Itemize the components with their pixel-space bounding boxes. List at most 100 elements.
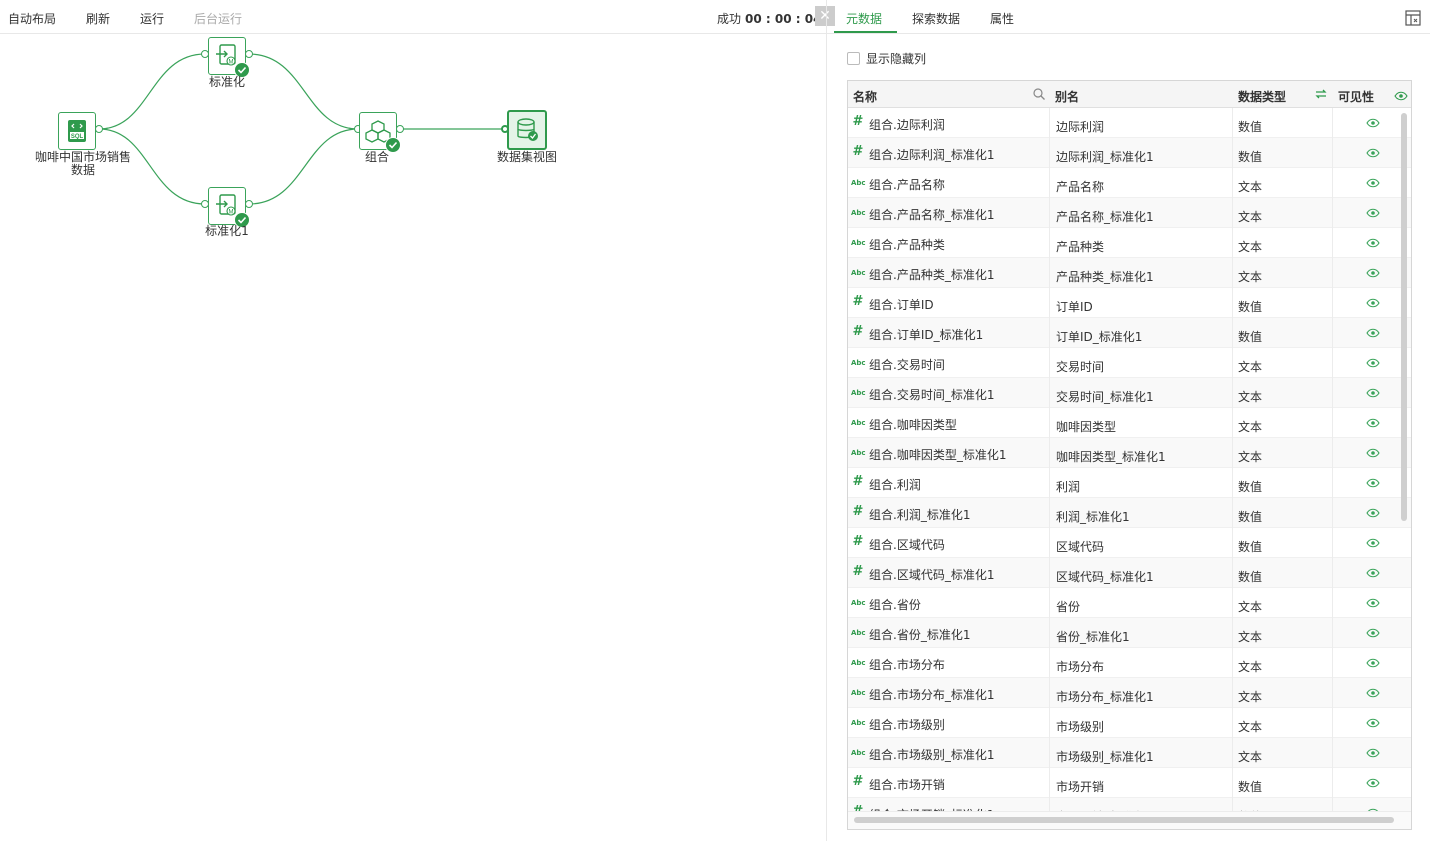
cell-type[interactable]: 数值 [1238, 778, 1262, 795]
table-row[interactable]: # 组合.利润 利润 数值 [848, 468, 1411, 498]
cell-type[interactable]: 数值 [1238, 568, 1262, 585]
eye-icon[interactable] [1366, 448, 1380, 458]
background-run-button[interactable]: 后台运行 [194, 10, 242, 27]
cell-type[interactable]: 数值 [1238, 538, 1262, 555]
cell-alias[interactable]: 区域代码 [1056, 538, 1104, 555]
cell-type[interactable]: 文本 [1238, 658, 1262, 675]
table-row[interactable]: Abc 组合.交易时间 交易时间 文本 [848, 348, 1411, 378]
node-normalize-out-port[interactable] [245, 50, 253, 58]
cell-type[interactable]: 文本 [1238, 448, 1262, 465]
column-header-type[interactable]: 数据类型 [1238, 88, 1286, 105]
eye-icon[interactable] [1366, 508, 1380, 518]
layout-toggle-icon[interactable] [1405, 10, 1421, 26]
node-dataset-view[interactable] [507, 110, 547, 150]
eye-icon[interactable] [1366, 538, 1380, 548]
table-row[interactable]: Abc 组合.市场级别_标准化1 市场级别_标准化1 文本 [848, 738, 1411, 768]
eye-icon[interactable] [1366, 688, 1380, 698]
cell-type[interactable]: 文本 [1238, 388, 1262, 405]
eye-icon[interactable] [1366, 118, 1380, 128]
table-row[interactable]: Abc 组合.咖啡因类型_标准化1 咖啡因类型_标准化1 文本 [848, 438, 1411, 468]
cell-alias[interactable]: 市场分布 [1056, 658, 1104, 675]
cell-type[interactable]: 数值 [1238, 298, 1262, 315]
column-header-alias[interactable]: 别名 [1055, 88, 1079, 105]
cell-type[interactable]: 数值 [1238, 508, 1262, 525]
cell-alias[interactable]: 边际利润 [1056, 118, 1104, 135]
table-row[interactable]: Abc 组合.省份_标准化1 省份_标准化1 文本 [848, 618, 1411, 648]
show-hidden-columns-toggle[interactable]: 显示隐藏列 [847, 50, 926, 67]
eye-icon[interactable] [1366, 658, 1380, 668]
column-header-visibility[interactable]: 可见性 [1338, 88, 1374, 105]
cell-alias[interactable]: 订单ID [1056, 298, 1093, 315]
run-button[interactable]: 运行 [140, 10, 164, 27]
cell-type[interactable]: 文本 [1238, 748, 1262, 765]
table-row[interactable]: Abc 组合.产品名称 产品名称 文本 [848, 168, 1411, 198]
vertical-scrollbar[interactable] [1401, 113, 1407, 521]
cell-type[interactable]: 数值 [1238, 328, 1262, 345]
horizontal-scrollbar[interactable] [854, 817, 1394, 823]
cell-alias[interactable]: 交易时间 [1056, 358, 1104, 375]
eye-icon[interactable] [1366, 598, 1380, 608]
table-row[interactable]: Abc 组合.省份 省份 文本 [848, 588, 1411, 618]
cell-type[interactable]: 文本 [1238, 628, 1262, 645]
table-row[interactable]: # 组合.边际利润_标准化1 边际利润_标准化1 数值 [848, 138, 1411, 168]
table-row[interactable]: # 组合.市场开销 市场开销 数值 [848, 768, 1411, 798]
cell-alias[interactable]: 省份_标准化1 [1056, 628, 1130, 645]
table-row[interactable]: Abc 组合.交易时间_标准化1 交易时间_标准化1 文本 [848, 378, 1411, 408]
cell-alias[interactable]: 产品名称 [1056, 178, 1104, 195]
table-row[interactable]: # 组合.区域代码 区域代码 数值 [848, 528, 1411, 558]
column-header-name[interactable]: 名称 [853, 88, 877, 105]
cell-type[interactable]: 文本 [1238, 208, 1262, 225]
cell-alias[interactable]: 咖啡因类型 [1056, 418, 1116, 435]
eye-icon[interactable] [1366, 748, 1380, 758]
show-hidden-checkbox[interactable] [847, 52, 860, 65]
cell-alias[interactable]: 咖啡因类型_标准化1 [1056, 448, 1166, 465]
cell-type[interactable]: 文本 [1238, 268, 1262, 285]
table-row[interactable]: Abc 组合.产品名称_标准化1 产品名称_标准化1 文本 [848, 198, 1411, 228]
table-row[interactable]: # 组合.订单ID_标准化1 订单ID_标准化1 数值 [848, 318, 1411, 348]
cell-type[interactable]: 数值 [1238, 478, 1262, 495]
cell-alias[interactable]: 区域代码_标准化1 [1056, 568, 1154, 585]
cell-alias[interactable]: 市场分布_标准化1 [1056, 688, 1154, 705]
node-normalize1-out-port[interactable] [245, 200, 253, 208]
cell-alias[interactable]: 交易时间_标准化1 [1056, 388, 1154, 405]
eye-icon[interactable] [1366, 568, 1380, 578]
cell-type[interactable]: 文本 [1238, 358, 1262, 375]
cell-alias[interactable]: 产品名称_标准化1 [1056, 208, 1154, 225]
cell-alias[interactable]: 产品种类 [1056, 238, 1104, 255]
eye-icon[interactable] [1366, 778, 1380, 788]
cell-alias[interactable]: 市场开销 [1056, 778, 1104, 795]
eye-icon[interactable] [1366, 718, 1380, 728]
eye-icon[interactable] [1366, 208, 1380, 218]
tab-metadata[interactable]: 元数据 [846, 10, 882, 27]
node-source-out-port[interactable] [95, 125, 103, 133]
cell-type[interactable]: 数值 [1238, 148, 1262, 165]
table-row[interactable]: # 组合.边际利润 边际利润 数值 [848, 108, 1411, 138]
table-row[interactable]: # 组合.区域代码_标准化1 区域代码_标准化1 数值 [848, 558, 1411, 588]
table-row[interactable]: Abc 组合.市场级别 市场级别 文本 [848, 708, 1411, 738]
eye-icon[interactable] [1366, 238, 1380, 248]
tab-explore-data[interactable]: 探索数据 [912, 10, 960, 27]
table-row[interactable]: Abc 组合.产品种类 产品种类 文本 [848, 228, 1411, 258]
cell-alias[interactable]: 市场级别_标准化1 [1056, 748, 1154, 765]
cell-alias[interactable]: 市场级别 [1056, 718, 1104, 735]
eye-icon[interactable] [1366, 628, 1380, 638]
node-source[interactable]: SQL [58, 112, 96, 150]
cell-type[interactable]: 文本 [1238, 418, 1262, 435]
cell-type[interactable]: 文本 [1238, 598, 1262, 615]
cell-alias[interactable]: 利润 [1056, 478, 1080, 495]
cell-type[interactable]: 文本 [1238, 718, 1262, 735]
table-row[interactable]: # 组合.订单ID 订单ID 数值 [848, 288, 1411, 318]
table-row[interactable]: Abc 组合.产品种类_标准化1 产品种类_标准化1 文本 [848, 258, 1411, 288]
eye-icon[interactable] [1366, 178, 1380, 188]
eye-icon[interactable] [1366, 418, 1380, 428]
table-row[interactable]: Abc 组合.市场分布_标准化1 市场分布_标准化1 文本 [848, 678, 1411, 708]
table-row[interactable]: # 组合.利润_标准化1 利润_标准化1 数值 [848, 498, 1411, 528]
tab-properties[interactable]: 属性 [990, 10, 1014, 27]
cell-alias[interactable]: 利润_标准化1 [1056, 508, 1130, 525]
swap-icon[interactable] [1314, 87, 1328, 101]
cell-alias[interactable]: 省份 [1056, 598, 1080, 615]
cell-alias[interactable]: 订单ID_标准化1 [1056, 328, 1142, 345]
cell-alias[interactable]: 边际利润_标准化1 [1056, 148, 1154, 165]
cell-type[interactable]: 数值 [1238, 118, 1262, 135]
eye-icon[interactable] [1366, 328, 1380, 338]
